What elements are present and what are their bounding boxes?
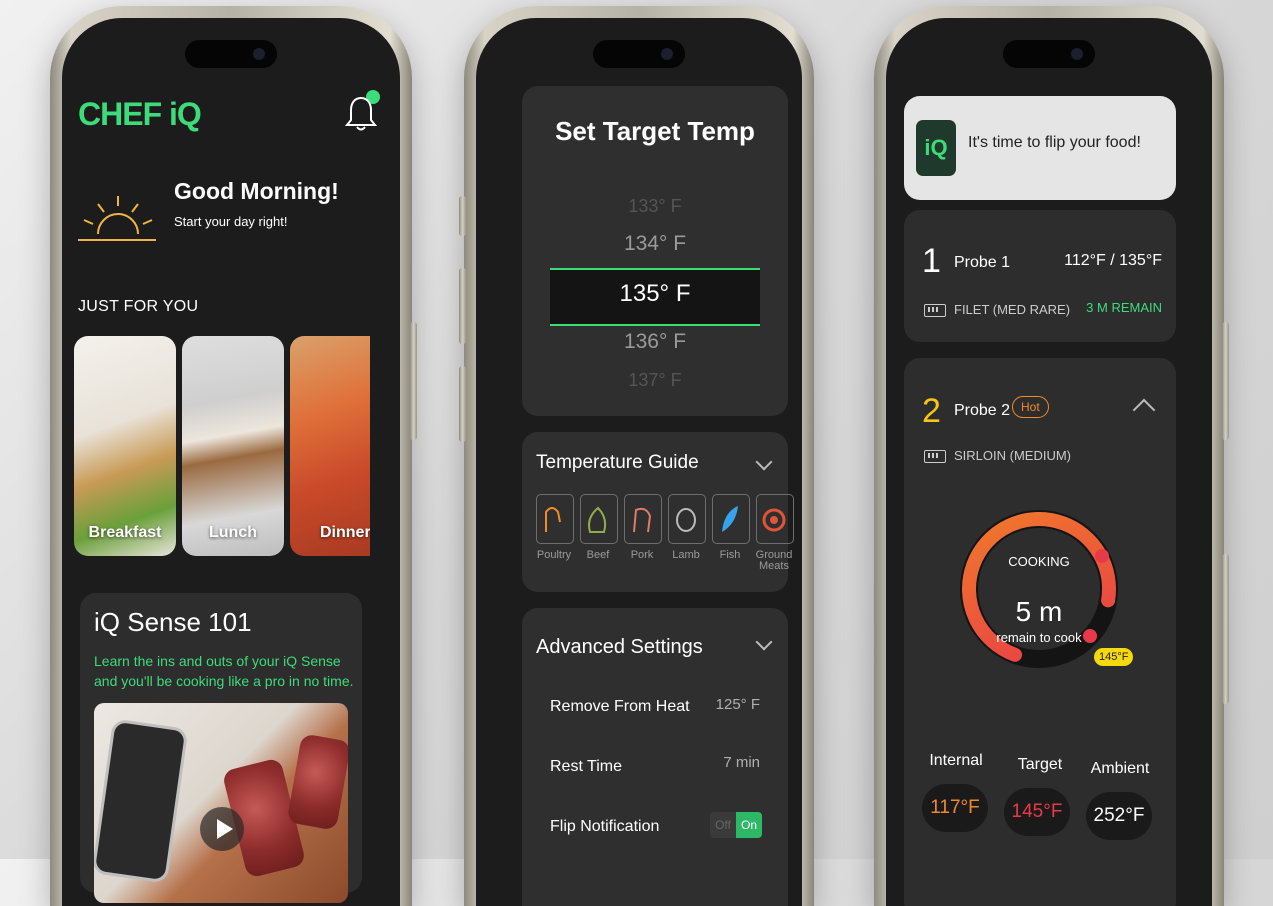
panel-title: Set Target Temp: [555, 116, 755, 146]
guide-item-label: Poultry: [536, 549, 572, 561]
chevron-up-icon[interactable]: [1132, 398, 1156, 422]
guide-item-label: Ground Meats: [755, 549, 793, 572]
battery-icon: [924, 450, 946, 463]
internal-label: Internal: [929, 752, 983, 769]
beef-icon[interactable]: [580, 494, 618, 544]
temp-option[interactable]: 134° F: [522, 232, 788, 256]
guide-item-label: Lamb: [672, 549, 700, 561]
phone-2: Set Target Temp 133° F 134° F 135° F 136…: [459, 6, 814, 906]
temp-option[interactable]: 136° F: [522, 330, 788, 354]
pork-icon[interactable]: [624, 494, 662, 544]
temp-option[interactable]: 133° F: [522, 196, 788, 217]
probe-number: 2: [922, 392, 941, 430]
phone-3: iQ It's time to flip your food! 1 Probe …: [874, 6, 1229, 906]
poultry-icon[interactable]: [536, 494, 574, 544]
target-value: 145°F: [1004, 788, 1070, 836]
recipe-card-dinner[interactable]: Dinner: [290, 336, 370, 556]
side-button: [1222, 322, 1229, 440]
gauge-subtext: remain to cook: [996, 630, 1082, 645]
phone-1: CHEF iQ Good Morning! Start your day rig…: [50, 6, 417, 906]
card-label: Lunch: [209, 524, 257, 541]
internal-value: 117°F: [922, 784, 988, 832]
side-button: [459, 268, 466, 344]
temperature-guide-panel: Temperature Guide Poultry Beef Pork Lamb…: [522, 432, 794, 592]
side-button: [459, 196, 466, 236]
flip-notification-toggle[interactable]: Off On: [710, 812, 762, 838]
rest-time-value[interactable]: 7 min: [723, 754, 760, 771]
iq-sense-card[interactable]: iQ Sense 101 Learn the ins and outs of y…: [80, 593, 362, 903]
gauge-time: 5 m: [1015, 596, 1063, 627]
card-label: Dinner: [320, 524, 370, 541]
advanced-title: Advanced Settings: [536, 636, 703, 658]
dynamic-island: [185, 40, 277, 68]
sense-description: Learn the ins and outs of your iQ Sense …: [94, 653, 354, 689]
probe-temps: 112°F / 135°F: [1064, 252, 1162, 269]
video-thumbnail[interactable]: [94, 703, 348, 903]
guide-title: Temperature Guide: [536, 452, 699, 473]
advanced-settings-panel: Advanced Settings Remove From Heat 125° …: [522, 608, 788, 906]
flip-notification-banner[interactable]: iQ It's time to flip your food!: [904, 96, 1176, 200]
battery-icon: [924, 304, 946, 317]
chevron-down-icon[interactable]: [755, 633, 773, 651]
toggle-off-label: Off: [715, 818, 731, 832]
probe-food: FILET (MED RARE): [954, 302, 1071, 317]
toggle-on-label: On: [736, 812, 762, 838]
chevron-down-icon[interactable]: [755, 453, 773, 471]
gauge-status: COOKING: [1008, 554, 1070, 569]
sense-title: iQ Sense 101: [94, 607, 252, 637]
side-button: [459, 366, 466, 442]
ambient-label: Ambient: [1090, 760, 1150, 777]
guide-item-label: Beef: [586, 549, 610, 561]
recipe-card-lunch[interactable]: Lunch: [182, 336, 284, 556]
temp-option-selected[interactable]: 135° F: [522, 280, 788, 308]
dynamic-island: [593, 40, 685, 68]
hot-badge: Hot: [1012, 396, 1049, 418]
fish-icon[interactable]: [712, 494, 750, 544]
lamb-icon[interactable]: [668, 494, 706, 544]
probe-name: Probe 1: [954, 254, 1011, 271]
settings-screen: Set Target Temp 133° F 134° F 135° F 136…: [476, 18, 802, 906]
probe-1-card[interactable]: 1 Probe 1 112°F / 135°F FILET (MED RARE)…: [904, 210, 1176, 342]
app-logo: CHEF iQ: [78, 96, 202, 132]
section-title: JUST FOR YOU: [78, 298, 199, 315]
probe-name: Probe 2: [954, 402, 1011, 419]
target-label: Target: [1017, 756, 1063, 773]
ambient-value: 252°F: [1086, 792, 1152, 840]
remove-from-heat-label[interactable]: Remove From Heat: [550, 698, 690, 716]
probe-food: SIRLOIN (MEDIUM): [954, 448, 1071, 463]
guide-item-label: Fish: [719, 549, 741, 561]
target-marker-badge: 145°F: [1094, 648, 1134, 666]
probe-remaining: 3 M REMAIN: [1086, 300, 1162, 315]
guide-item-label: Pork: [630, 549, 654, 561]
flip-notification-label: Flip Notification: [550, 818, 660, 835]
side-button: [410, 322, 417, 440]
ground-meat-icon[interactable]: [756, 494, 794, 544]
probe-2-card[interactable]: 2 Probe 2 Hot SIRLOIN (MEDIUM) COOKING 5…: [904, 358, 1176, 906]
dynamic-island: [1003, 40, 1095, 68]
probe-screen: iQ It's time to flip your food! 1 Probe …: [886, 18, 1212, 906]
remove-from-heat-value[interactable]: 125° F: [716, 696, 760, 713]
play-icon[interactable]: [200, 807, 244, 851]
greeting-subtitle: Start your day right!: [174, 214, 288, 229]
home-screen: CHEF iQ Good Morning! Start your day rig…: [62, 18, 400, 906]
sunrise-icon: [78, 196, 156, 241]
app-icon: iQ: [916, 120, 956, 176]
greeting-title: Good Morning!: [174, 178, 339, 204]
probe-number: 1: [922, 242, 941, 280]
side-button: [1222, 554, 1229, 704]
notification-text: It's time to flip your food!: [968, 134, 1141, 151]
steak: [286, 733, 348, 831]
card-label: Breakfast: [88, 524, 162, 541]
rest-time-label[interactable]: Rest Time: [550, 758, 622, 776]
bell-icon[interactable]: [344, 94, 378, 134]
temp-option[interactable]: 137° F: [522, 370, 788, 391]
recipe-card-breakfast[interactable]: Breakfast: [74, 336, 176, 556]
